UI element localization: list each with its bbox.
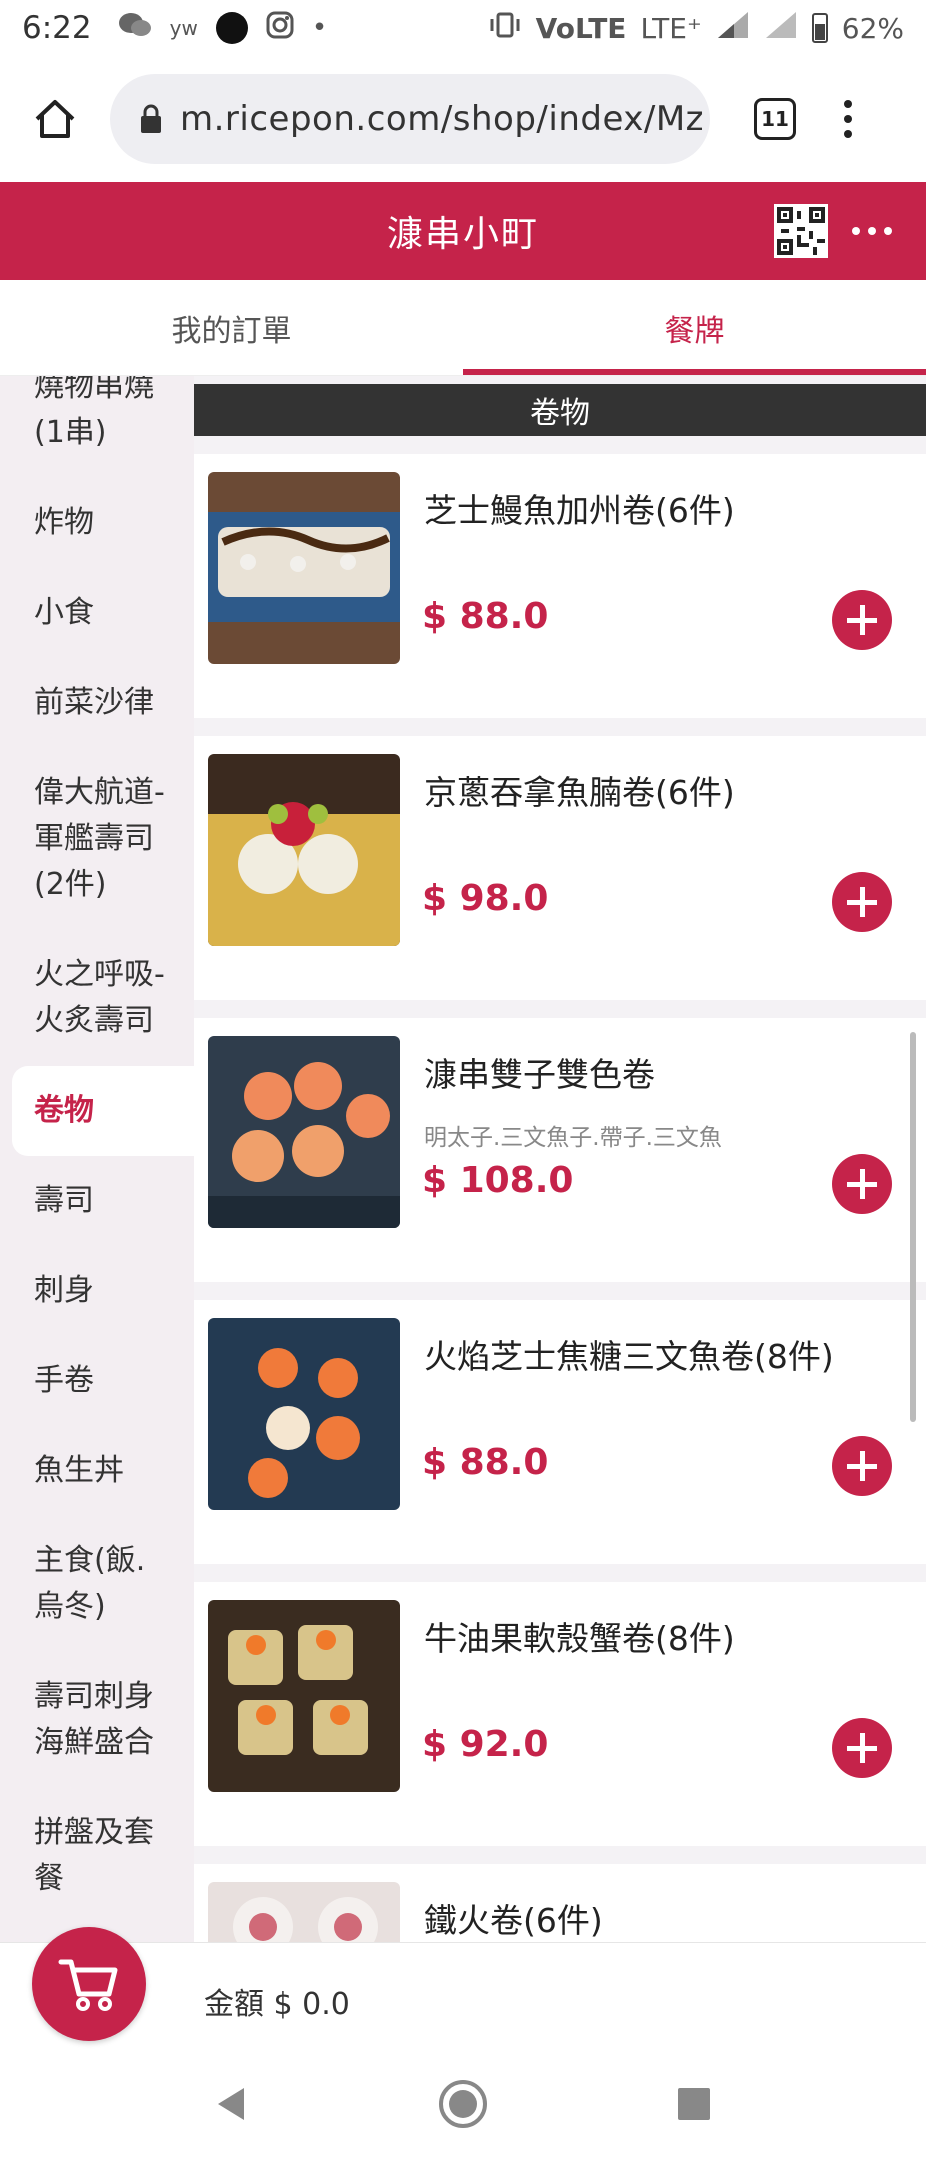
sidebar-item-sushi[interactable]: 壽司 <box>0 1156 194 1246</box>
url-text: m.ricepon.com/shop/index/Mz <box>180 99 705 139</box>
main-tabs: 我的訂單 餐牌 <box>0 280 926 376</box>
recents-button[interactable] <box>674 2084 714 2128</box>
black-dot-icon <box>215 12 248 44</box>
item-photo <box>208 1318 400 1510</box>
item-price: $ 88.0 <box>422 1442 549 1483</box>
menu-item[interactable]: 漮串雙子雙色卷 明太子.三文魚子.帶子.三文魚 $ 108.0 <box>194 1018 926 1282</box>
sidebar-item-label: 火之呼吸-火炙壽司 <box>34 957 165 1038</box>
add-to-cart-button[interactable] <box>832 1436 892 1496</box>
shop-header: 漮串小町 <box>0 182 926 280</box>
add-to-cart-button[interactable] <box>832 1718 892 1778</box>
app-root: 6:22 yw • VoLTE LTE⁺ 62% m.ricepon.com/s… <box>0 0 926 2160</box>
section-header-rolls: 卷物 <box>194 384 926 436</box>
android-nav-bar <box>0 2052 926 2160</box>
menu-item[interactable]: 鐵火卷(6件) <box>194 1864 926 1942</box>
back-icon <box>218 2088 245 2120</box>
cart-icon <box>58 1959 118 2011</box>
menu-item[interactable]: 牛油果軟殼蟹卷(8件) $ 92.0 <box>194 1582 926 1846</box>
category-sidebar: 燒物串燒(1串) 炸物 小食 前菜沙律 偉大航道-軍艦壽司(2件) 火之呼吸-火… <box>0 376 194 1942</box>
item-name: 芝士鰻魚加州卷(6件) <box>424 491 735 530</box>
item-photo <box>208 472 400 664</box>
tab-switcher-button[interactable]: 11 <box>754 98 796 140</box>
sidebar-item-fried[interactable]: 炸物 <box>0 478 194 568</box>
item-name: 牛油果軟殼蟹卷(8件) <box>424 1619 735 1658</box>
status-bar: 6:22 yw • VoLTE LTE⁺ 62% <box>0 0 926 56</box>
cart-total: 金額 $ 0.0 <box>204 1987 350 2022</box>
item-photo <box>208 1036 400 1228</box>
home-icon <box>35 100 75 138</box>
dot-icon: • <box>311 13 328 43</box>
sidebar-item-aburi[interactable]: 火之呼吸-火炙壽司 <box>0 930 194 1066</box>
back-button[interactable] <box>212 2084 252 2128</box>
home-button[interactable] <box>0 56 110 182</box>
tab-menu[interactable]: 餐牌 <box>463 280 926 375</box>
yw-icon: yw <box>169 16 198 40</box>
item-photo <box>208 1882 400 1942</box>
status-time: 6:22 <box>22 10 92 46</box>
battery-icon <box>811 13 828 43</box>
scrollbar[interactable] <box>910 1032 916 1422</box>
sidebar-item-label: 燒物串燒(1串) <box>34 376 154 450</box>
sidebar-item-snacks[interactable]: 小食 <box>0 568 194 658</box>
item-photo <box>208 754 400 946</box>
recents-icon <box>677 2088 710 2120</box>
sidebar-item-don[interactable]: 魚生丼 <box>0 1426 194 1516</box>
item-name: 火焰芝士焦糖三文魚卷(8件) <box>424 1337 834 1376</box>
sidebar-item-label: 主食(飯.烏冬) <box>34 1543 146 1624</box>
sidebar-item-gunkan[interactable]: 偉大航道-軍艦壽司(2件) <box>0 748 194 930</box>
shop-title: 漮串小町 <box>386 214 539 255</box>
menu-item[interactable]: 芝士鰻魚加州卷(6件) $ 88.0 <box>194 454 926 718</box>
vibrate-icon <box>488 11 522 46</box>
item-name: 漮串雙子雙色卷 <box>424 1055 655 1094</box>
sidebar-item-sets[interactable]: 拼盤及套餐 <box>0 1788 194 1924</box>
status-right: VoLTE LTE⁺ 62% <box>488 10 904 47</box>
more-options-icon[interactable] <box>852 227 892 235</box>
sidebar-item-rolls[interactable]: 卷物 <box>12 1066 194 1156</box>
sidebar-item-sashimi[interactable]: 刺身 <box>0 1246 194 1336</box>
signal-icon <box>716 10 750 47</box>
sidebar-item-grill[interactable]: 燒物串燒(1串) <box>0 376 194 478</box>
sidebar-item-salad[interactable]: 前菜沙律 <box>0 658 194 748</box>
home-circle-icon <box>438 2080 487 2128</box>
item-photo <box>208 1600 400 1792</box>
instagram-icon <box>266 11 294 46</box>
volte-icon: VoLTE <box>535 11 627 45</box>
item-price: $ 88.0 <box>422 596 549 637</box>
item-name: 鐵火卷(6件) <box>424 1901 603 1940</box>
add-to-cart-button[interactable] <box>832 872 892 932</box>
home-nav-button[interactable] <box>437 2078 489 2134</box>
menu-item[interactable]: 火焰芝士焦糖三文魚卷(8件) $ 88.0 <box>194 1300 926 1564</box>
sidebar-item-mains[interactable]: 主食(飯.烏冬) <box>0 1516 194 1652</box>
browser-menu-button[interactable] <box>844 100 852 138</box>
add-to-cart-button[interactable] <box>832 1154 892 1214</box>
item-name: 京蔥吞拿魚腩卷(6件) <box>424 773 735 812</box>
network-type: LTE⁺ <box>640 11 702 45</box>
item-description: 明太子.三文魚子.帶子.三文魚 <box>424 1125 722 1151</box>
sidebar-item-platter[interactable]: 壽司刺身海鮮盛合 <box>0 1652 194 1788</box>
sidebar-item-label: 偉大航道-軍艦壽司(2件) <box>34 775 165 902</box>
lock-icon <box>141 104 161 133</box>
item-price: $ 108.0 <box>422 1160 574 1201</box>
cart-bar: 金額 $ 0.0 <box>0 1927 926 2052</box>
sidebar-item-label: 拼盤及套餐 <box>34 1815 154 1896</box>
battery-percent: 62% <box>841 11 904 45</box>
wechat-icon <box>118 11 152 46</box>
item-price: $ 92.0 <box>422 1724 549 1765</box>
menu-content: 卷物 芝士鰻魚加州卷(6件) $ 88.0 京蔥吞拿魚腩卷(6件) $ 98.0… <box>194 376 926 1942</box>
tab-my-orders[interactable]: 我的訂單 <box>0 280 463 375</box>
menu-item[interactable]: 京蔥吞拿魚腩卷(6件) $ 98.0 <box>194 736 926 1000</box>
add-to-cart-button[interactable] <box>832 590 892 650</box>
qr-code-icon[interactable] <box>774 204 828 258</box>
signal-icon-2 <box>764 10 798 47</box>
cart-button[interactable] <box>32 1927 146 2041</box>
item-price: $ 98.0 <box>422 878 549 919</box>
url-bar[interactable]: m.ricepon.com/shop/index/Mz <box>110 74 710 164</box>
browser-toolbar: m.ricepon.com/shop/index/Mz 11 <box>0 56 926 182</box>
sidebar-item-label: 壽司刺身海鮮盛合 <box>34 1679 154 1760</box>
sidebar-item-handroll[interactable]: 手卷 <box>0 1336 194 1426</box>
